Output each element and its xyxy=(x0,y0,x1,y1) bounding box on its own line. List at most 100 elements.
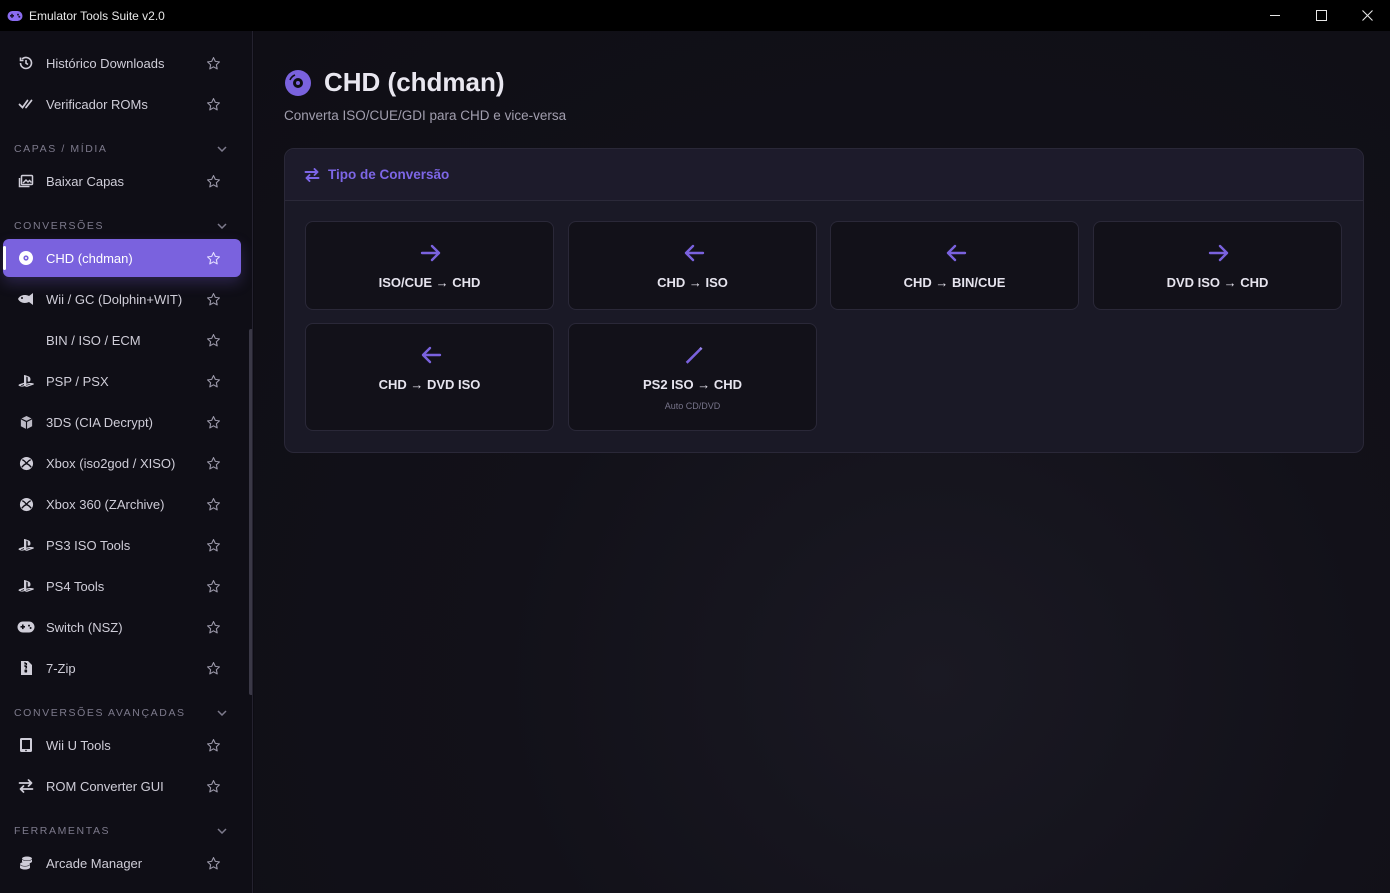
option-chd-to-bin-cue[interactable]: CHD → BIN/CUE xyxy=(830,221,1079,310)
gamepad-app-icon xyxy=(7,8,23,24)
sidebar-item-xbox-360[interactable]: Xbox 360 (ZArchive) xyxy=(3,485,241,523)
maximize-button[interactable] xyxy=(1298,0,1344,31)
star-icon[interactable] xyxy=(204,172,222,190)
coins-icon xyxy=(17,854,35,872)
close-button[interactable] xyxy=(1344,0,1390,31)
page-subtitle: Converta ISO/CUE/GDI para CHD e vice-ver… xyxy=(284,108,567,123)
title-bar: Emulator Tools Suite v2.0 xyxy=(0,0,1390,31)
section-title: FERRAMENTAS xyxy=(14,825,111,837)
sidebar-item-baixar-capas[interactable]: Baixar Capas xyxy=(3,162,241,200)
option-ps2-iso-to-chd[interactable]: PS2 ISO → CHD Auto CD/DVD xyxy=(568,323,817,431)
images-icon xyxy=(17,172,35,190)
file-zip-icon xyxy=(17,659,35,677)
section-capas-midia[interactable]: CAPAS / MÍDIA xyxy=(14,142,234,156)
page-title: CHD (chdman) xyxy=(324,67,505,97)
swap-icon xyxy=(304,167,320,183)
star-icon[interactable] xyxy=(204,331,222,349)
xbox-icon xyxy=(17,454,35,472)
sidebar-item-wii-u-tools[interactable]: Wii U Tools xyxy=(3,726,241,764)
option-label: PS2 ISO → CHD xyxy=(643,377,742,392)
sidebar-item-switch-nsz[interactable]: Switch (NSZ) xyxy=(3,608,241,646)
sidebar-item-label: 3DS (CIA Decrypt) xyxy=(46,414,153,430)
option-chd-to-iso[interactable]: CHD → ISO xyxy=(568,221,817,310)
chevron-down-icon xyxy=(216,706,228,720)
xbox-icon xyxy=(17,495,35,513)
playstation-icon xyxy=(17,577,35,595)
sidebar-item-label: Baixar Capas xyxy=(46,173,125,189)
star-icon[interactable] xyxy=(204,536,222,554)
sidebar-item-chd-chdman[interactable]: CHD (chdman) xyxy=(3,239,241,277)
tablet-icon xyxy=(17,736,35,754)
star-icon[interactable] xyxy=(204,372,222,390)
fish-icon xyxy=(17,290,35,308)
page-header: CHD (chdman) xyxy=(284,67,505,98)
sidebar-item-label: PS3 ISO Tools xyxy=(46,537,131,553)
star-icon[interactable] xyxy=(204,495,222,513)
sidebar-item-label: PS4 Tools xyxy=(46,578,105,594)
star-icon[interactable] xyxy=(204,854,222,872)
sidebar-item-7zip[interactable]: 7-Zip xyxy=(3,649,241,687)
cube-icon xyxy=(17,413,35,431)
arrow-left-icon xyxy=(683,242,705,264)
star-icon[interactable] xyxy=(204,777,222,795)
section-title: CAPAS / MÍDIA xyxy=(14,143,108,155)
minimize-button[interactable] xyxy=(1252,0,1298,31)
window-title: Emulator Tools Suite v2.0 xyxy=(29,8,165,23)
arrow-right-icon xyxy=(420,242,442,264)
sidebar-item-bin-iso-ecm[interactable]: BIN / ISO / ECM xyxy=(3,321,241,359)
option-label: ISO/CUE → CHD xyxy=(378,275,481,290)
option-dvd-iso-to-chd[interactable]: DVD ISO → CHD xyxy=(1093,221,1342,310)
star-icon[interactable] xyxy=(204,577,222,595)
sidebar-item-label: 7-Zip xyxy=(46,660,76,676)
sidebar-item-label: Wii / GC (Dolphin+WIT) xyxy=(46,291,183,307)
star-icon[interactable] xyxy=(204,249,222,267)
sidebar-scrollbar-thumb[interactable] xyxy=(249,329,252,695)
chevron-down-icon xyxy=(216,219,228,233)
sidebar-item-verificador-roms[interactable]: Verificador ROMs xyxy=(3,85,241,123)
star-icon[interactable] xyxy=(204,95,222,113)
sidebar-item-arcade-manager[interactable]: Arcade Manager xyxy=(3,844,241,882)
section-conversoes-avancadas[interactable]: CONVERSÕES AVANÇADAS xyxy=(14,706,234,720)
star-icon[interactable] xyxy=(204,454,222,472)
sidebar-item-ps4-tools[interactable]: PS4 Tools xyxy=(3,567,241,605)
sidebar-item-label: CHD (chdman) xyxy=(46,250,133,266)
option-label: CHD → ISO xyxy=(657,275,728,290)
arrow-left-icon xyxy=(420,344,442,366)
star-icon[interactable] xyxy=(204,736,222,754)
playstation-icon xyxy=(17,372,35,390)
sidebar: Histórico Downloads Verificador ROMs CAP… xyxy=(0,31,253,893)
option-iso-cue-to-chd[interactable]: ISO/CUE → CHD xyxy=(305,221,554,310)
swap-icon xyxy=(17,777,35,795)
chevron-down-icon xyxy=(216,142,228,156)
chevron-down-icon xyxy=(216,824,228,838)
star-icon[interactable] xyxy=(204,54,222,72)
panel-title: Tipo de Conversão xyxy=(328,167,450,182)
option-label: CHD → DVD ISO xyxy=(378,377,481,392)
option-chd-to-dvd-iso[interactable]: CHD → DVD ISO xyxy=(305,323,554,431)
arrow-left-icon xyxy=(945,242,967,264)
sidebar-item-label: Verificador ROMs xyxy=(46,96,148,112)
history-icon xyxy=(17,54,35,72)
wand-icon xyxy=(683,344,705,366)
sidebar-item-rom-converter-gui[interactable]: ROM Converter GUI xyxy=(3,767,241,805)
sidebar-item-psp-psx[interactable]: PSP / PSX xyxy=(3,362,241,400)
sidebar-item-label: Switch (NSZ) xyxy=(46,619,123,635)
sidebar-item-label: Histórico Downloads xyxy=(46,55,165,71)
star-icon[interactable] xyxy=(204,290,222,308)
sidebar-item-label: Xbox 360 (ZArchive) xyxy=(46,496,165,512)
star-icon[interactable] xyxy=(204,659,222,677)
sidebar-item-3ds[interactable]: 3DS (CIA Decrypt) xyxy=(3,403,241,441)
star-icon[interactable] xyxy=(204,618,222,636)
sidebar-item-ps3-iso-tools[interactable]: PS3 ISO Tools xyxy=(3,526,241,564)
section-title: CONVERSÕES xyxy=(14,220,105,232)
arrow-right-icon xyxy=(1208,242,1230,264)
sidebar-item-label: Arcade Manager xyxy=(46,855,143,871)
sidebar-item-label: Xbox (iso2god / XISO) xyxy=(46,455,176,471)
star-icon[interactable] xyxy=(204,413,222,431)
sidebar-item-xbox[interactable]: Xbox (iso2god / XISO) xyxy=(3,444,241,482)
section-conversoes[interactable]: CONVERSÕES xyxy=(14,219,234,233)
sidebar-item-historico-downloads[interactable]: Histórico Downloads xyxy=(3,44,241,82)
section-ferramentas[interactable]: FERRAMENTAS xyxy=(14,824,234,838)
panel-header: Tipo de Conversão xyxy=(285,149,1363,201)
sidebar-item-wii-gc[interactable]: Wii / GC (Dolphin+WIT) xyxy=(3,280,241,318)
